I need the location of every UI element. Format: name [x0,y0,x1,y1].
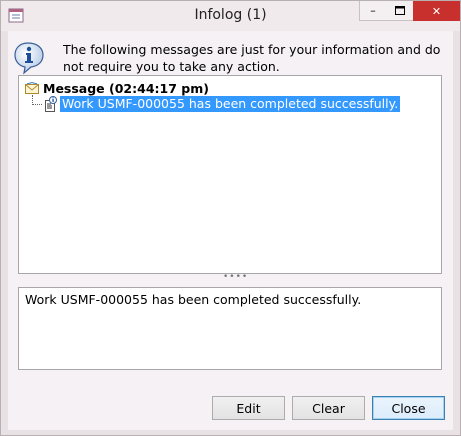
minimize-button[interactable]: – [359,1,387,21]
close-button[interactable]: Close [372,396,445,420]
tree-node-message[interactable]: Message (02:44:17 pm) [25,80,209,96]
message-envelope-icon [25,82,39,94]
information-message: The following messages are just for your… [63,42,441,74]
tree-node-message-label: Message (02:44:17 pm) [43,80,209,96]
maximize-icon [394,6,405,15]
clear-button[interactable]: Clear [292,396,365,420]
tree-connector [32,104,42,105]
message-detail-box[interactable]: Work USMF-000055 has been completed succ… [18,287,442,370]
close-icon: ✕ [431,4,442,18]
tree-node-info-label: Work USMF-000055 has been completed succ… [60,96,401,112]
information-icon [14,42,44,75]
pane-splitter[interactable]: •••• [223,273,247,282]
infolog-window: Infolog (1) – ✕ The following messages a… [0,0,461,436]
minimize-icon: – [370,4,376,17]
tree-node-info-message[interactable]: Work USMF-000055 has been completed succ… [42,96,401,112]
title-bar[interactable]: Infolog (1) – ✕ [1,1,460,31]
maximize-button[interactable] [386,1,413,21]
close-window-button[interactable]: ✕ [413,1,460,21]
message-tree[interactable]: Message (02:44:17 pm) Work USMF-000055 h… [18,75,442,274]
info-document-icon [45,96,57,112]
edit-button[interactable]: Edit [212,396,285,420]
message-detail-text: Work USMF-000055 has been completed succ… [25,292,362,307]
